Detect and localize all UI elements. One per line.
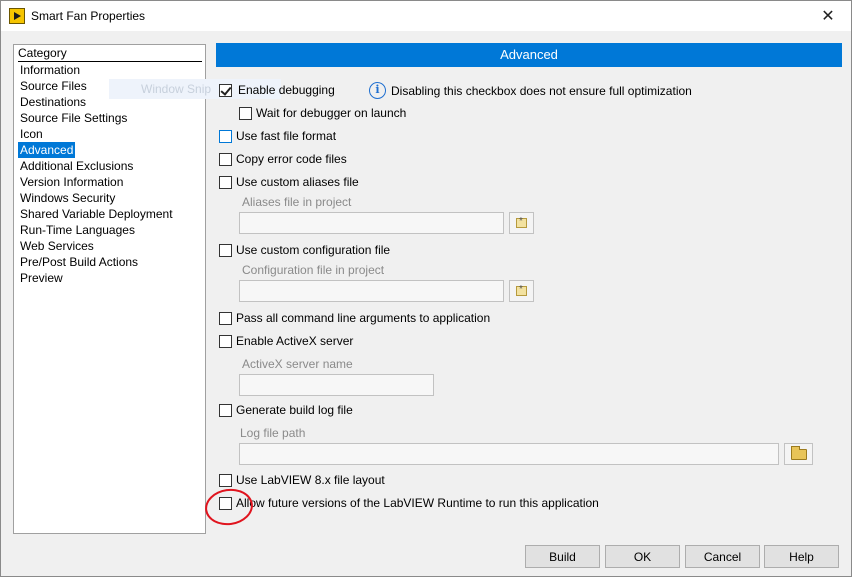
category-item-web-services[interactable]: Web Services	[18, 238, 96, 254]
labview-app-icon	[9, 8, 25, 24]
folder-icon	[790, 445, 807, 460]
labview8-layout-checkbox[interactable]	[219, 473, 232, 487]
log-path-browse-button[interactable]	[784, 443, 813, 465]
build-button[interactable]: Build	[525, 545, 600, 568]
enable-debugging-label: Enable debugging	[238, 83, 335, 97]
category-item-additional-exclusions[interactable]: Additional Exclusions	[18, 158, 135, 174]
category-item-information[interactable]: Information	[18, 62, 82, 78]
copy-error-code-row[interactable]: Copy error code files	[219, 151, 347, 167]
category-item-advanced[interactable]: Advanced	[18, 142, 76, 158]
custom-config-label: Use custom configuration file	[236, 243, 391, 257]
ok-button[interactable]: OK	[605, 545, 680, 568]
category-header: Category	[18, 45, 202, 62]
pass-cmdline-checkbox[interactable]	[219, 311, 232, 325]
enable-activex-label: Enable ActiveX server	[236, 334, 354, 348]
help-button[interactable]: Help	[764, 545, 839, 568]
build-log-row[interactable]: Generate build log file	[219, 402, 353, 418]
category-item-destinations[interactable]: Destinations	[18, 94, 88, 110]
category-item-run-time-languages[interactable]: Run-Time Languages	[18, 222, 137, 238]
window-title: Smart Fan Properties	[31, 9, 146, 23]
file-icon	[516, 216, 527, 228]
config-browse-button[interactable]	[509, 280, 534, 302]
build-log-checkbox[interactable]	[219, 403, 232, 417]
wait-for-debugger-checkbox[interactable]	[239, 106, 252, 120]
enable-activex-checkbox[interactable]	[219, 334, 232, 348]
enable-debugging-row[interactable]: Enable debugging	[219, 82, 335, 98]
allow-future-label: Allow future versions of the LabVIEW Run…	[236, 496, 599, 510]
category-item-version-information[interactable]: Version Information	[18, 174, 125, 190]
labview8-layout-label: Use LabVIEW 8.x file layout	[236, 473, 385, 487]
category-item-pre-post-build-actions[interactable]: Pre/Post Build Actions	[18, 254, 140, 270]
fast-file-format-row[interactable]: Use fast file format	[219, 128, 336, 144]
fast-file-format-label: Use fast file format	[236, 129, 337, 143]
close-icon: ✕	[821, 8, 835, 25]
copy-error-code-label: Copy error code files	[236, 152, 347, 166]
config-field-label: Configuration file in project	[242, 263, 385, 277]
custom-aliases-row[interactable]: Use custom aliases file	[219, 174, 359, 190]
category-item-preview[interactable]: Preview	[18, 270, 65, 286]
category-item-source-files[interactable]: Source Files	[18, 78, 89, 94]
aliases-field-label: Aliases file in project	[242, 195, 352, 209]
info-text: Disabling this checkbox does not ensure …	[391, 84, 692, 98]
activex-field-label: ActiveX server name	[242, 357, 353, 371]
pass-cmdline-row[interactable]: Pass all command line arguments to appli…	[219, 310, 490, 326]
custom-aliases-label: Use custom aliases file	[236, 175, 359, 189]
build-log-label: Generate build log file	[236, 403, 353, 417]
config-file-input[interactable]	[239, 280, 504, 302]
fast-file-format-checkbox[interactable]	[219, 129, 232, 143]
info-icon: i	[369, 82, 386, 99]
close-button[interactable]: ✕	[805, 1, 851, 31]
allow-future-row[interactable]: Allow future versions of the LabVIEW Run…	[219, 495, 599, 511]
properties-dialog: Smart Fan Properties ✕ Category Informat…	[0, 0, 852, 577]
labview8-layout-row[interactable]: Use LabVIEW 8.x file layout	[219, 472, 385, 488]
category-item-windows-security[interactable]: Windows Security	[18, 190, 117, 206]
category-item-icon[interactable]: Icon	[18, 126, 45, 142]
title-bar: Smart Fan Properties ✕	[1, 1, 851, 31]
custom-aliases-checkbox[interactable]	[219, 175, 232, 189]
activex-name-input[interactable]	[239, 374, 434, 396]
log-path-field-label: Log file path	[240, 426, 306, 440]
cancel-button[interactable]: Cancel	[685, 545, 760, 568]
custom-config-row[interactable]: Use custom configuration file	[219, 242, 390, 258]
log-path-input[interactable]	[239, 443, 779, 465]
category-item-shared-variable-deployment[interactable]: Shared Variable Deployment	[18, 206, 175, 222]
file-icon	[516, 284, 527, 296]
category-list-panel: Category Information Source Files Destin…	[13, 44, 206, 534]
enable-debugging-checkbox[interactable]	[219, 83, 232, 97]
allow-future-checkbox[interactable]	[219, 496, 232, 510]
pass-cmdline-label: Pass all command line arguments to appli…	[236, 311, 491, 325]
category-item-source-file-settings[interactable]: Source File Settings	[18, 110, 129, 126]
enable-activex-row[interactable]: Enable ActiveX server	[219, 333, 353, 349]
wait-for-debugger-row[interactable]: Wait for debugger on launch	[239, 105, 406, 121]
aliases-file-input[interactable]	[239, 212, 504, 234]
section-title: Advanced	[216, 43, 842, 67]
aliases-browse-button[interactable]	[509, 212, 534, 234]
wait-for-debugger-label: Wait for debugger on launch	[256, 106, 407, 120]
copy-error-code-checkbox[interactable]	[219, 152, 232, 166]
custom-config-checkbox[interactable]	[219, 243, 232, 257]
